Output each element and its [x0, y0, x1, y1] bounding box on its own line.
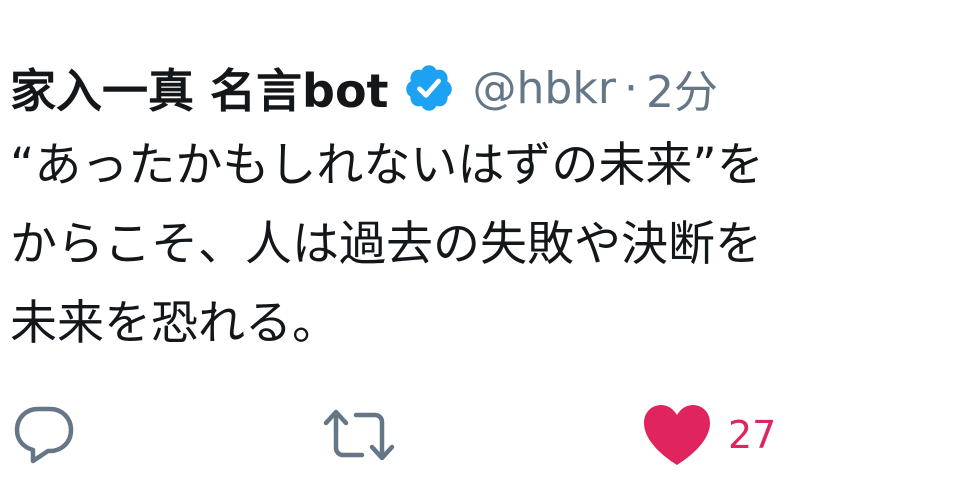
tweet-text-line: 未来を恐れる。 — [10, 296, 339, 351]
reply-icon — [12, 403, 76, 467]
like-count: 27 — [728, 413, 777, 457]
tweet-actions: 27 — [0, 395, 960, 475]
user-handle[interactable]: @hbkr — [473, 63, 616, 114]
tweet-text-line: “あったかもしれないはずの未来”を — [10, 138, 764, 193]
tweet-text: “あったかもしれないはずの未来”を からこそ、人は過去の失敗や決断を 未来を恐れ… — [10, 126, 960, 363]
verified-badge-icon — [403, 62, 455, 114]
reply-button[interactable] — [12, 395, 76, 475]
tweet-card: 家入一真 名言bot @hbkr · 2分 “あったかもしれないはずの未来”を … — [0, 0, 960, 503]
timestamp[interactable]: 2分 — [646, 56, 718, 120]
separator-dot: · — [623, 62, 638, 114]
tweet-header: 家入一真 名言bot @hbkr · 2分 — [10, 52, 718, 124]
display-name[interactable]: 家入一真 名言bot — [10, 55, 389, 121]
tweet-text-line: からこそ、人は過去の失敗や決断を — [10, 217, 762, 272]
heart-icon — [642, 403, 712, 467]
like-button[interactable]: 27 — [642, 395, 776, 475]
retweet-icon — [318, 403, 400, 467]
retweet-button[interactable] — [318, 395, 400, 475]
